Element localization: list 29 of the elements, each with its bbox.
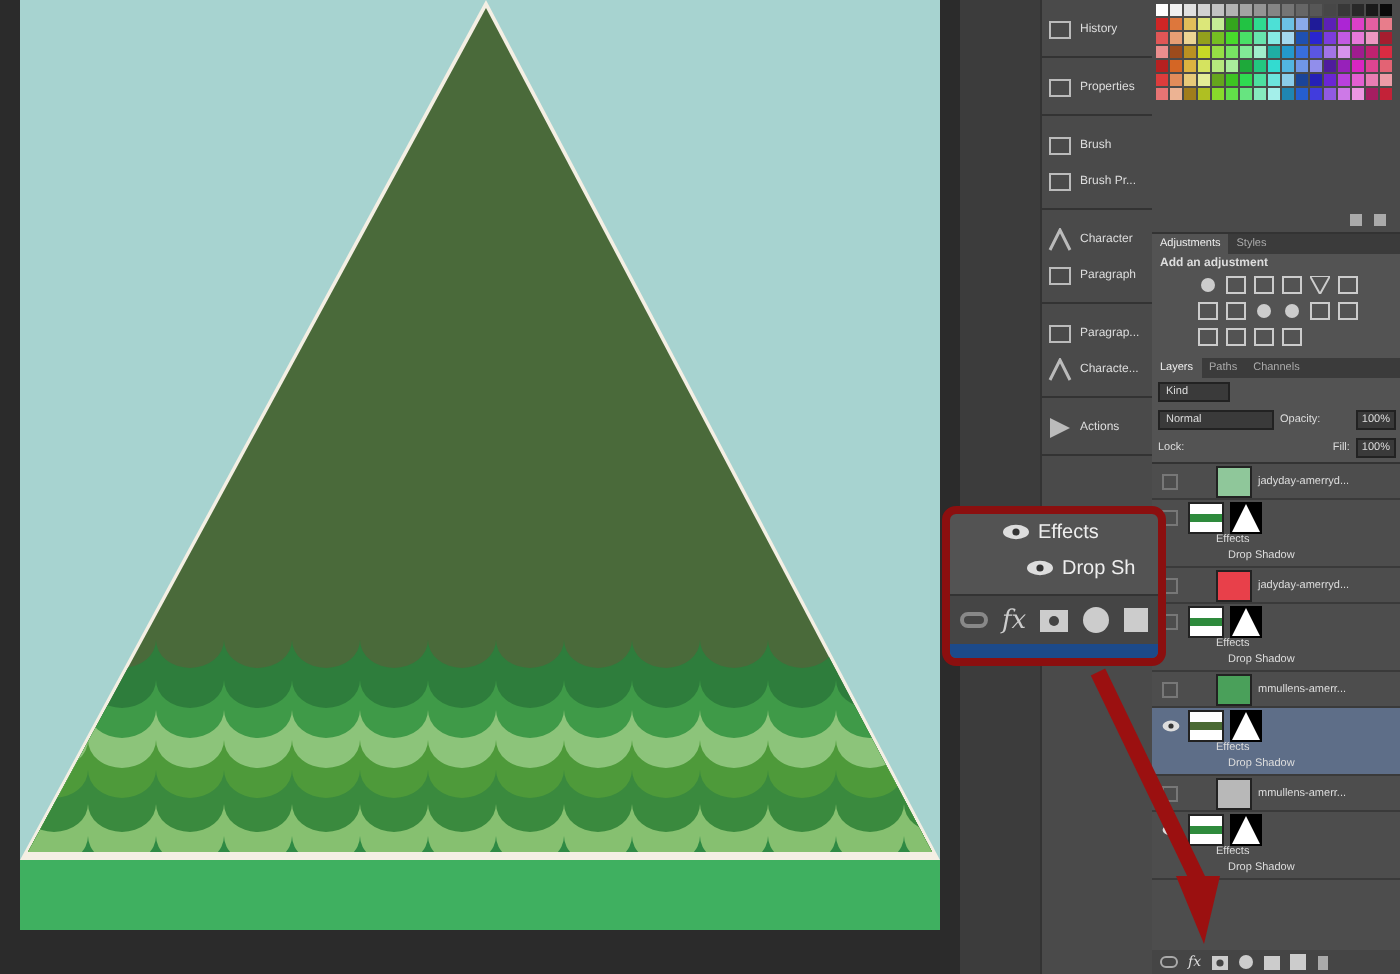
square-icon[interactable]	[1281, 276, 1301, 294]
link-icon[interactable]	[1160, 956, 1178, 968]
circle-icon[interactable]	[1253, 302, 1273, 320]
visibility-checkbox[interactable]	[1162, 785, 1178, 801]
square-icon[interactable]	[1225, 302, 1245, 320]
eye-icon	[1002, 524, 1030, 540]
mask-thumbnail	[1230, 813, 1262, 845]
play-icon	[1048, 416, 1072, 440]
link-icon	[960, 612, 988, 628]
effect-label: Drop Sh	[1062, 557, 1136, 579]
eye-icon	[1026, 560, 1054, 576]
eye-icon[interactable]	[1161, 719, 1179, 731]
visibility-checkbox[interactable]	[1162, 473, 1178, 489]
mask-icon[interactable]	[1211, 955, 1228, 969]
square-icon[interactable]	[1253, 328, 1273, 346]
mask-thumbnail	[1230, 605, 1262, 637]
square-icon[interactable]	[1337, 276, 1357, 294]
triangle-icon[interactable]	[1309, 276, 1329, 294]
visibility-checkbox[interactable]	[1162, 681, 1178, 697]
square-icon[interactable]	[1281, 328, 1301, 346]
mask-thumbnail	[1230, 709, 1262, 741]
mask-icon	[1040, 609, 1069, 631]
mask-thumbnail	[1230, 501, 1262, 533]
effects-label: Effects	[1038, 521, 1099, 543]
square-icon[interactable]	[1197, 328, 1217, 346]
square-icon[interactable]	[1225, 328, 1245, 346]
circle-icon[interactable]	[1281, 302, 1301, 320]
square-icon[interactable]	[1337, 302, 1357, 320]
fx-label: fx	[1002, 605, 1027, 635]
